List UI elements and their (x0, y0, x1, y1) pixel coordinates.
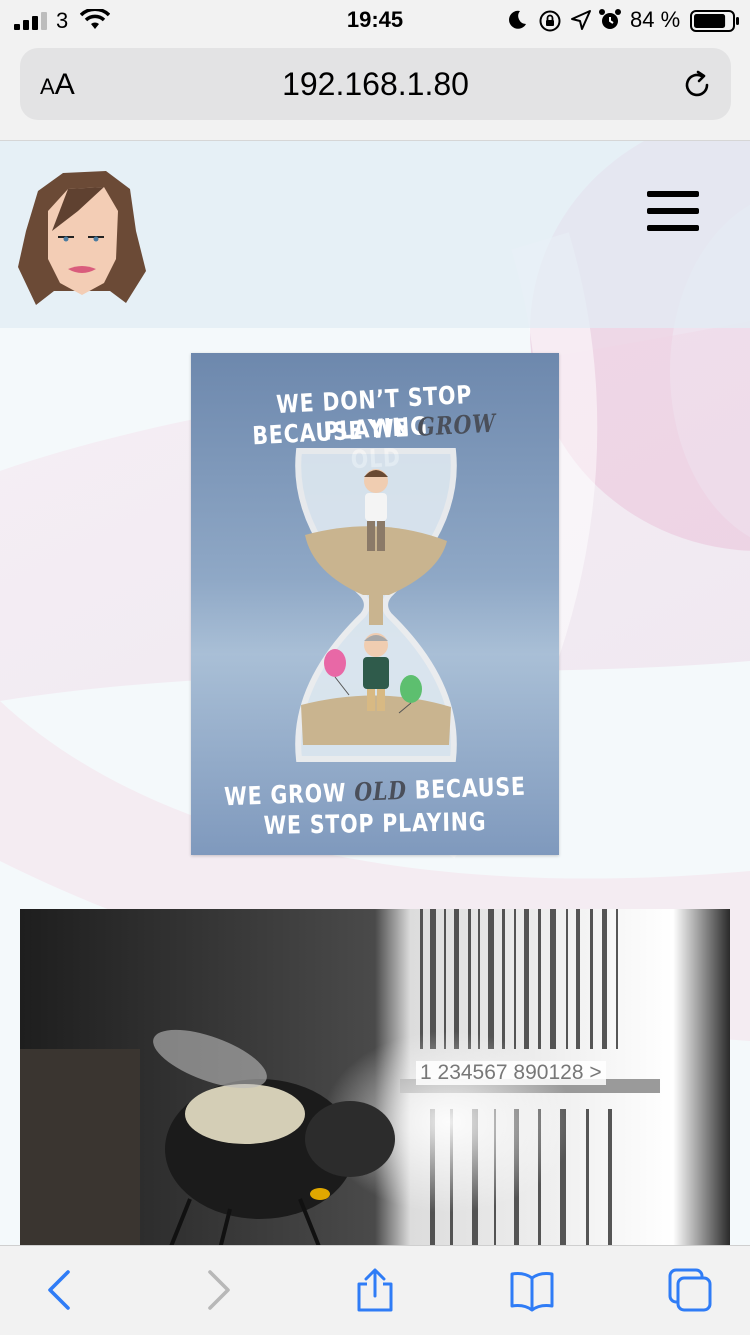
hourglass-illustration (295, 448, 457, 762)
bee-photo-scene (20, 909, 730, 1245)
web-page-content: WE DON’T STOP PLAYING BECAUSE WE GROW OL… (0, 141, 750, 1245)
location-icon (571, 10, 591, 30)
url-field[interactable]: AA 192.168.1.80 (20, 48, 731, 120)
hamburger-menu-icon[interactable] (647, 191, 699, 231)
bee-photo[interactable]: 1 234567 890128 > (20, 909, 730, 1245)
alarm-icon (599, 9, 621, 29)
battery-percent: 84 % (630, 7, 681, 32)
chevron-left-icon[interactable] (38, 1268, 82, 1312)
status-bar: 3 19:45 84 % (0, 0, 750, 40)
poster-image[interactable]: WE DON’T STOP PLAYING BECAUSE WE GROW OL… (191, 353, 559, 855)
site-header (0, 141, 750, 328)
avatar-logo[interactable] (18, 171, 146, 309)
browser-toolbar (0, 1245, 750, 1335)
rotation-lock-icon (539, 10, 561, 32)
battery-icon (690, 10, 739, 32)
poster-line-3: WE GROW OLD BECAUSE (223, 771, 527, 812)
url-text[interactable]: 192.168.1.80 (20, 66, 731, 103)
chevron-right-icon[interactable] (196, 1268, 240, 1312)
browser-address-bar: AA 192.168.1.80 (0, 40, 750, 141)
moon-icon (509, 10, 526, 29)
barcode-number: 1 234567 890128 > (416, 1061, 606, 1085)
reload-icon[interactable] (680, 68, 714, 102)
tabs-icon[interactable] (668, 1268, 712, 1312)
poster-line-4: WE STOP PLAYING (263, 807, 487, 840)
book-icon[interactable] (510, 1268, 554, 1312)
share-icon[interactable] (353, 1268, 397, 1312)
